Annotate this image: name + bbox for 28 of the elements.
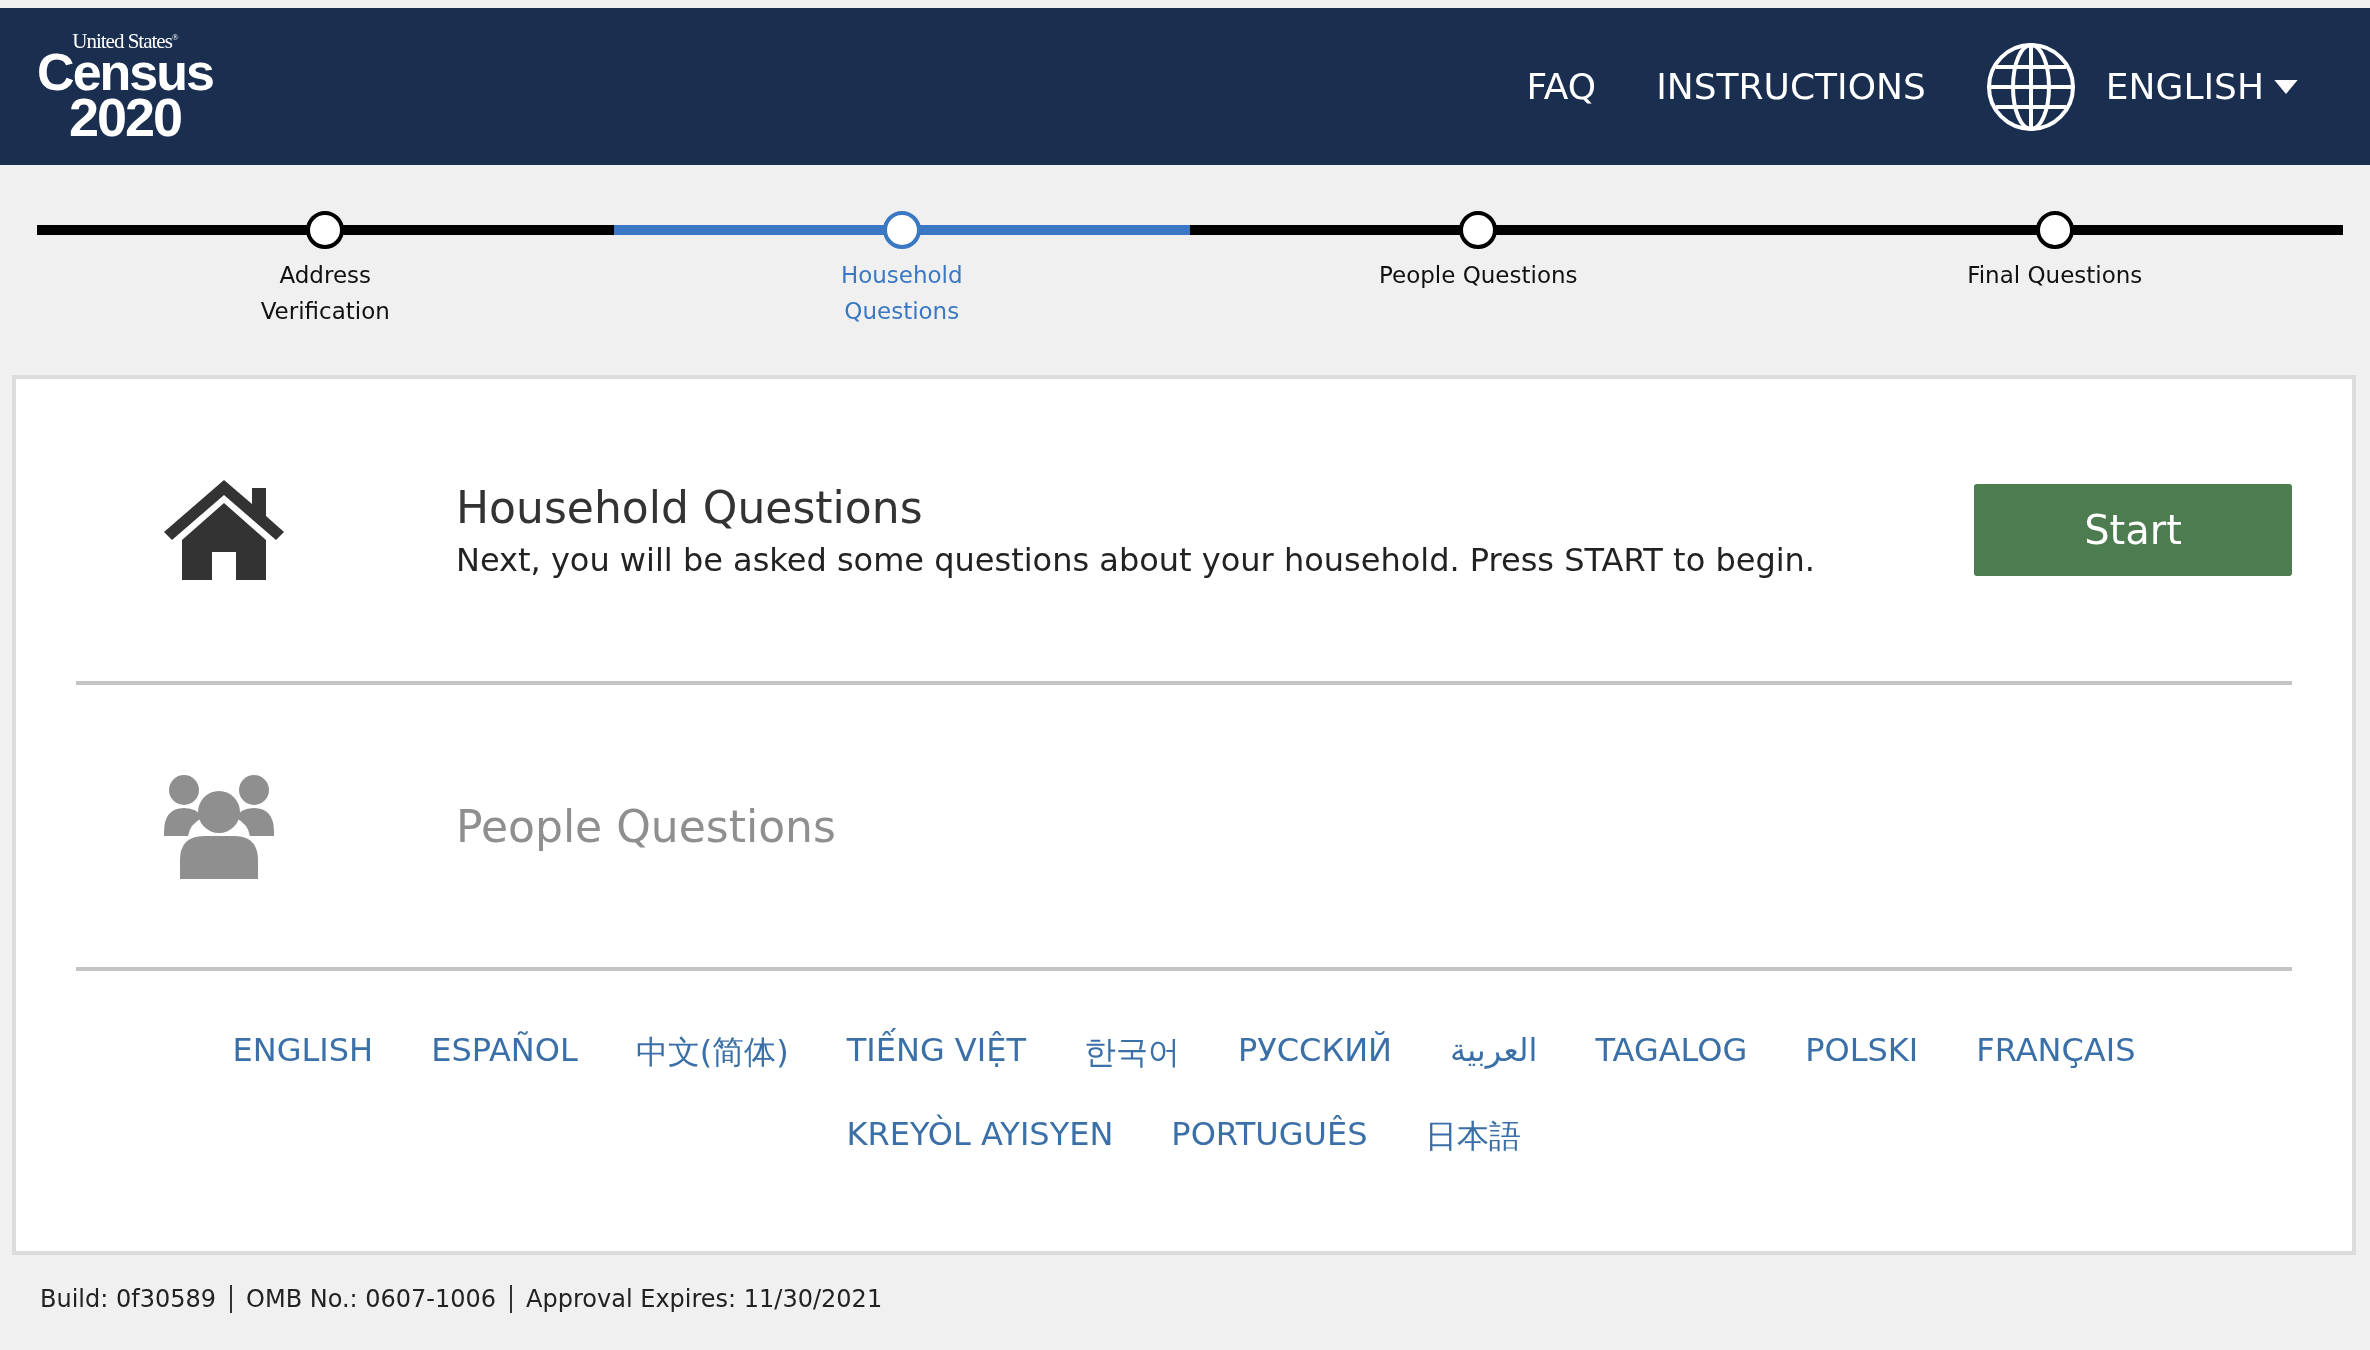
language-link[interactable]: PORTUGUÊS <box>1171 1115 1368 1159</box>
start-button[interactable]: Start <box>1974 484 2292 576</box>
language-link[interactable]: 한국어 <box>1083 1031 1180 1075</box>
language-link[interactable]: 中文(简体) <box>635 1031 789 1075</box>
step-label[interactable]: Address Verification <box>225 258 426 330</box>
step-label[interactable]: Household Questions <box>801 258 1002 330</box>
step-label[interactable]: People Questions <box>1378 258 1579 294</box>
caret-icon <box>2274 79 2298 94</box>
section-title: Household Questions <box>456 481 924 533</box>
language-link[interactable]: ENGLISH <box>232 1031 374 1075</box>
section-description: Next, you will be asked some questions about your household. Press START to begin. <box>456 540 1817 579</box>
footer-text: Approval Expires: 11/30/2021 <box>526 1285 883 1313</box>
globe-icon <box>1985 41 2076 132</box>
language-link[interactable]: 日本語 <box>1425 1115 1522 1159</box>
language-link[interactable]: POLSKI <box>1805 1031 1919 1075</box>
language-link[interactable]: ESPAÑOL <box>431 1031 578 1075</box>
footer-text: OMB No.: 0607-1006 <box>246 1285 497 1313</box>
language-link[interactable]: РУССКИЙ <box>1237 1031 1393 1075</box>
language-link[interactable]: FRANÇAIS <box>1976 1031 2136 1075</box>
section-title: People Questions <box>456 800 837 852</box>
step-label[interactable]: Final Questions <box>1954 258 2155 294</box>
language-link[interactable]: KREYÒL AYISYEN <box>846 1115 1114 1159</box>
language-link[interactable]: TAGALOG <box>1595 1031 1748 1075</box>
language-link[interactable]: العربية <box>1450 1031 1538 1075</box>
footer-text: Build: 0f30589 <box>40 1285 217 1313</box>
language-dropdown[interactable]: ENGLISH <box>2105 66 2298 107</box>
nav-link[interactable]: FAQ <box>1526 66 1597 107</box>
nav-link[interactable]: INSTRUCTIONS <box>1656 66 1926 107</box>
